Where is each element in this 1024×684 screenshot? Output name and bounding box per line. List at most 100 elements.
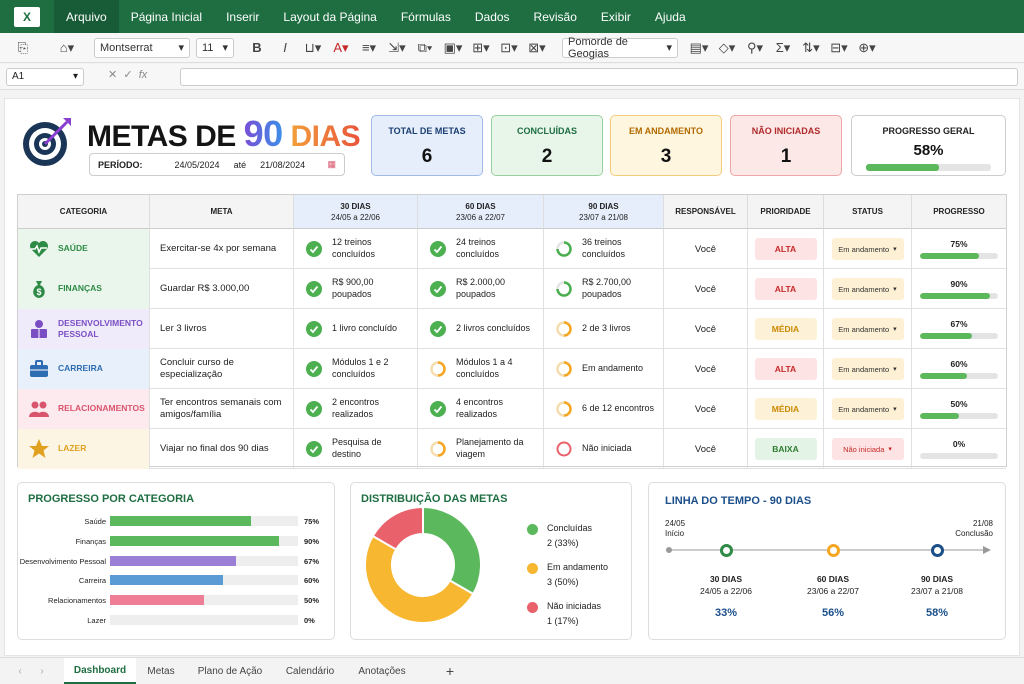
- owner-cell[interactable]: Você: [664, 269, 748, 309]
- priority-cell[interactable]: ALTA: [748, 229, 824, 269]
- status-dropdown[interactable]: Em andamento ▾: [831, 398, 904, 420]
- wrap-icon[interactable]: ⇲▾: [384, 37, 410, 59]
- milestone-cell[interactable]: 36 treinos concluídos: [544, 229, 664, 269]
- excel-logo-icon[interactable]: X: [14, 6, 40, 27]
- milestone-cell[interactable]: Planejamento da viagem: [418, 429, 544, 469]
- period-start: 24/05/2024: [174, 159, 220, 170]
- goal-cell[interactable]: Guardar R$ 3.000,00: [150, 269, 294, 309]
- menu-dados[interactable]: Dados: [463, 0, 522, 33]
- status-cell[interactable]: Em andamento ▾: [824, 269, 912, 309]
- addins-icon[interactable]: ⊕▾: [854, 37, 880, 59]
- style-select[interactable]: Pomorde de Geogias ▾: [562, 36, 678, 60]
- merge-icon[interactable]: ⧉▾: [412, 37, 438, 59]
- tab-dashboard[interactable]: Dashboard: [64, 658, 136, 684]
- status-dropdown[interactable]: Em andamento ▾: [831, 318, 904, 340]
- status-dropdown[interactable]: Em andamento ▾: [831, 358, 904, 380]
- status-dropdown[interactable]: Em andamento ▾: [831, 278, 904, 300]
- menu-pagina-inicial[interactable]: Página Inicial: [119, 0, 214, 33]
- menu-layout[interactable]: Layout da Página: [271, 0, 388, 33]
- milestone-cell[interactable]: 2 livros concluídos: [418, 309, 544, 349]
- milestone-cell[interactable]: R$ 900,00 poupados: [294, 269, 418, 309]
- milestone-cell[interactable]: R$ 2.700,00 poupados: [544, 269, 664, 309]
- owner-cell[interactable]: Você: [664, 349, 748, 389]
- cancel-icon[interactable]: ✕: [108, 69, 117, 81]
- milestone-cell[interactable]: Módulos 1 a 4 concluídos: [418, 349, 544, 389]
- owner-cell[interactable]: Você: [664, 429, 748, 469]
- milestone-cell[interactable]: 2 encontros realizados: [294, 389, 418, 429]
- status-dropdown[interactable]: Não iniciada ▾: [831, 438, 904, 460]
- menu-inserir[interactable]: Inserir: [214, 0, 271, 33]
- font-color-icon[interactable]: A▾: [328, 37, 354, 59]
- milestone-cell[interactable]: Pesquisa de destino: [294, 429, 418, 469]
- milestone-cell[interactable]: 1 livro concluído: [294, 309, 418, 349]
- milestone-cell[interactable]: 12 treinos concluídos: [294, 229, 418, 269]
- owner-cell[interactable]: Você: [664, 309, 748, 349]
- priority-cell[interactable]: BAIXA: [748, 429, 824, 469]
- timeline-node-icon: [827, 544, 840, 557]
- status-cell[interactable]: Em andamento ▾: [824, 349, 912, 389]
- milestone-cell[interactable]: Em andamento: [544, 349, 664, 389]
- filter-icon[interactable]: ⚲▾: [742, 37, 768, 59]
- insert-icon[interactable]: ⊠▾: [524, 37, 550, 59]
- priority-cell[interactable]: MÉDIA: [748, 389, 824, 429]
- tab-plano-de-acao[interactable]: Plano de Ação: [186, 658, 274, 684]
- milestone-cell[interactable]: 24 treinos concluídos: [418, 229, 544, 269]
- milestone-cell[interactable]: Módulos 1 e 2 concluídos: [294, 349, 418, 389]
- menu-ajuda[interactable]: Ajuda: [643, 0, 698, 33]
- table-icon[interactable]: ⊞▾: [468, 37, 494, 59]
- period-box[interactable]: PERÍODO: 24/05/2024 até 21/08/2024 ▦: [89, 153, 345, 176]
- underline-icon[interactable]: ⊔▾: [300, 37, 326, 59]
- goal-cell[interactable]: Ler 3 livros: [150, 309, 294, 349]
- priority-cell[interactable]: ALTA: [748, 349, 824, 389]
- goal-cell[interactable]: Ter encontros semanais com amigos/famíli…: [150, 389, 294, 429]
- number-format-icon[interactable]: ▣▾: [440, 37, 466, 59]
- status-dropdown[interactable]: Em andamento ▾: [831, 238, 904, 260]
- clipboard-icon[interactable]: ⎘: [10, 37, 36, 59]
- fill-icon[interactable]: ◇▾: [714, 37, 740, 59]
- bold-icon[interactable]: B: [244, 37, 270, 59]
- menu-revisao[interactable]: Revisão: [522, 0, 589, 33]
- format-icon[interactable]: ▤▾: [686, 37, 712, 59]
- formula-input[interactable]: [180, 68, 1018, 86]
- calendar-icon[interactable]: ▦: [327, 159, 336, 170]
- italic-icon[interactable]: I: [272, 37, 298, 59]
- status-cell[interactable]: Em andamento ▾: [824, 229, 912, 269]
- fx-icon[interactable]: fx: [139, 69, 148, 81]
- priority-cell[interactable]: ALTA: [748, 269, 824, 309]
- owner-cell[interactable]: Você: [664, 229, 748, 269]
- font-size-select[interactable]: 11 ▾: [196, 37, 234, 58]
- sort-icon[interactable]: ⇅▾: [798, 37, 824, 59]
- milestone-cell[interactable]: 4 encontros realizados: [418, 389, 544, 429]
- tab-metas[interactable]: Metas: [138, 658, 184, 684]
- goal-cell[interactable]: Exercitar-se 4x por semana: [150, 229, 294, 269]
- menu-arquivo[interactable]: Arquivo: [54, 0, 119, 33]
- milestone-cell[interactable]: 6 de 12 encontros: [544, 389, 664, 429]
- shapes-icon[interactable]: ⌂▾: [54, 37, 80, 59]
- tab-next-icon[interactable]: ›: [32, 658, 52, 684]
- status-cell[interactable]: Em andamento ▾: [824, 389, 912, 429]
- dashboard-sheet: METAS DE 90 DIAS PERÍODO: 24/05/2024 até…: [4, 98, 1020, 656]
- confirm-icon[interactable]: ✓: [123, 69, 132, 81]
- tab-calendario[interactable]: Calendário: [276, 658, 344, 684]
- status-cell[interactable]: Não iniciada ▾: [824, 429, 912, 469]
- goal-cell[interactable]: Concluir curso de especialização: [150, 349, 294, 389]
- font-family-select[interactable]: Montserrat ▾: [94, 37, 190, 58]
- milestone-cell[interactable]: 2 de 3 livros: [544, 309, 664, 349]
- owner-cell[interactable]: Você: [664, 389, 748, 429]
- tab-prev-icon[interactable]: ‹: [10, 658, 30, 684]
- priority-cell[interactable]: MÉDIA: [748, 309, 824, 349]
- owner-text: Você: [694, 403, 717, 415]
- tab-anotacoes[interactable]: Anotações: [346, 658, 418, 684]
- status-cell[interactable]: Em andamento ▾: [824, 309, 912, 349]
- menu-exibir[interactable]: Exibir: [589, 0, 643, 33]
- add-sheet-icon[interactable]: +: [436, 658, 464, 684]
- cell-style-icon[interactable]: ⊡▾: [496, 37, 522, 59]
- milestone-cell[interactable]: R$ 2.000,00 poupados: [418, 269, 544, 309]
- goal-cell[interactable]: Viajar no final dos 90 dias: [150, 429, 294, 469]
- milestone-cell[interactable]: Não iniciada: [544, 429, 664, 469]
- menu-formulas[interactable]: Fórmulas: [389, 0, 463, 33]
- align-icon[interactable]: ≡▾: [356, 37, 382, 59]
- sum-icon[interactable]: Σ▾: [770, 37, 796, 59]
- find-icon[interactable]: ⊟▾: [826, 37, 852, 59]
- name-box[interactable]: A1 ▾: [6, 68, 84, 86]
